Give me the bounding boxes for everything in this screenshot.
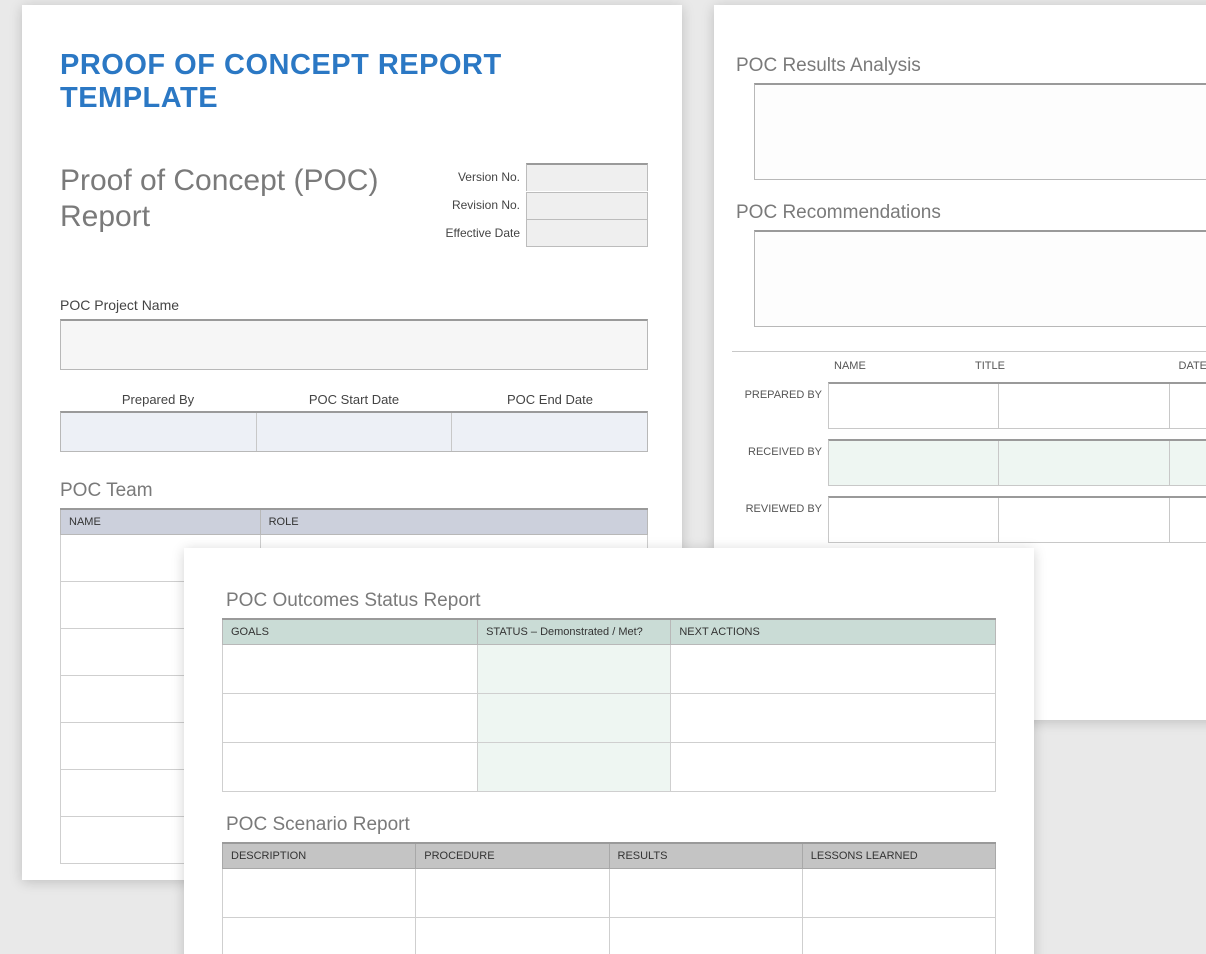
sig-header-date: DATE <box>1137 360 1206 372</box>
document-title: PROOF OF CONCEPT REPORT TEMPLATE <box>60 49 648 115</box>
prepared-title-field[interactable] <box>999 384 1169 428</box>
scenario-header-desc: DESCRIPTION <box>223 843 416 869</box>
table-row <box>223 645 996 694</box>
sig-header-title: TITLE <box>967 360 1137 372</box>
scenario-section-title: POC Scenario Report <box>226 814 996 836</box>
table-row <box>223 869 996 918</box>
results-analysis-field[interactable] <box>754 83 1206 180</box>
revision-no-label: Revision No. <box>428 198 526 212</box>
table-row <box>223 743 996 792</box>
received-by-label: RECEIVED BY <box>732 439 828 486</box>
scenario-header-proc: PROCEDURE <box>416 843 609 869</box>
table-row <box>223 694 996 743</box>
outcomes-table: GOALS STATUS – Demonstrated / Met? NEXT … <box>222 618 996 792</box>
document-subtitle: Proof of Concept (POC) Report <box>60 163 428 235</box>
reviewed-date-field[interactable] <box>1170 498 1206 542</box>
effective-date-field[interactable] <box>526 219 648 247</box>
version-no-field[interactable] <box>526 163 648 191</box>
start-date-field[interactable] <box>257 413 453 451</box>
reviewed-title-field[interactable] <box>999 498 1169 542</box>
received-date-field[interactable] <box>1170 441 1206 485</box>
page-3: POC Outcomes Status Report GOALS STATUS … <box>184 548 1034 954</box>
start-date-label: POC Start Date <box>256 392 452 407</box>
scenario-header-lessons: LESSONS LEARNED <box>802 843 995 869</box>
team-header-role: ROLE <box>260 509 647 535</box>
revision-no-field[interactable] <box>526 192 648 219</box>
reviewed-by-label: REVIEWED BY <box>732 496 828 543</box>
results-section-title: POC Results Analysis <box>736 55 1206 77</box>
prepared-by-label: Prepared By <box>60 392 256 407</box>
outcomes-section-title: POC Outcomes Status Report <box>226 590 996 612</box>
received-title-field[interactable] <box>999 441 1169 485</box>
prepared-by-label: PREPARED BY <box>732 382 828 429</box>
prepared-by-field[interactable] <box>61 413 257 451</box>
recs-section-title: POC Recommendations <box>736 202 1206 224</box>
divider <box>732 351 1206 352</box>
reviewed-name-field[interactable] <box>829 498 999 542</box>
canvas: PROOF OF CONCEPT REPORT TEMPLATE Proof o… <box>0 0 1206 954</box>
end-date-label: POC End Date <box>452 392 648 407</box>
effective-date-label: Effective Date <box>428 226 526 240</box>
project-name-label: POC Project Name <box>60 297 648 313</box>
team-header-name: NAME <box>61 509 261 535</box>
received-name-field[interactable] <box>829 441 999 485</box>
prepared-date-field[interactable] <box>1170 384 1206 428</box>
outcomes-header-next: NEXT ACTIONS <box>671 619 996 645</box>
sig-header-name: NAME <box>826 360 967 372</box>
outcomes-header-status: STATUS – Demonstrated / Met? <box>478 619 671 645</box>
recommendations-field[interactable] <box>754 230 1206 327</box>
scenario-table: DESCRIPTION PROCEDURE RESULTS LESSONS LE… <box>222 842 996 954</box>
scenario-header-res: RESULTS <box>609 843 802 869</box>
table-row <box>223 918 996 954</box>
version-no-label: Version No. <box>428 170 526 184</box>
team-section-title: POC Team <box>60 480 648 502</box>
project-name-field[interactable] <box>60 319 648 370</box>
end-date-field[interactable] <box>452 413 647 451</box>
outcomes-header-goals: GOALS <box>223 619 478 645</box>
prepared-name-field[interactable] <box>829 384 999 428</box>
